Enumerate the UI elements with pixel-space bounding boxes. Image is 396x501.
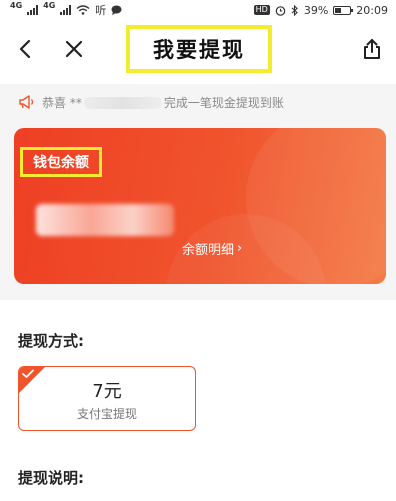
notice-suffix: 完成一笔现金提现到账 [163, 95, 284, 110]
withdraw-amount: 7元 [92, 381, 122, 402]
wifi-icon [76, 5, 90, 15]
masked-account [83, 97, 162, 109]
signal-icon-2 [60, 5, 72, 15]
alarm-icon [275, 5, 286, 16]
signal-icon-1 [27, 5, 39, 15]
withdraw-page: 4G 4G 听 HD 39% 20:09 我要提现 恭喜 ** 完成一笔现金提现… [0, 0, 396, 501]
network-type-1: 4G [10, 1, 23, 10]
status-left: 4G 4G 听 [10, 2, 122, 18]
wallet-card-area: 钱包余额 余额明细 › [0, 120, 396, 300]
status-right: HD 39% 20:09 [253, 3, 388, 17]
speech-label: 听 [95, 4, 107, 17]
withdraw-desc-title: 提现说明: [18, 469, 84, 487]
battery-percent: 39% [303, 3, 329, 17]
megaphone-icon [19, 95, 34, 109]
bluetooth-icon [291, 4, 298, 16]
wallet-balance-label: 钱包余额 [33, 155, 89, 171]
wallet-card: 钱包余额 余额明细 › [14, 128, 386, 284]
page-title-highlight: 我要提现 [126, 25, 272, 73]
balance-detail-label: 余额明细 [182, 243, 235, 258]
battery-icon [333, 5, 354, 15]
chevron-right-icon: › [237, 241, 243, 256]
hd-badge: HD [253, 5, 270, 15]
notice-bar: 恭喜 ** 完成一笔现金提现到账 [0, 84, 396, 120]
status-bar: 4G 4G 听 HD 39% 20:09 [0, 0, 396, 20]
balance-amount-blurred [36, 204, 174, 236]
notice-prefix: 恭喜 ** [42, 95, 82, 110]
notice-text: 恭喜 ** 完成一笔现金提现到账 [42, 94, 284, 111]
withdraw-method-title: 提现方式: [18, 332, 84, 350]
network-type-2: 4G [43, 1, 56, 10]
chat-bubble-icon [111, 5, 122, 15]
withdraw-method-name: 支付宝提现 [76, 407, 137, 421]
page-title: 我要提现 [153, 37, 245, 62]
withdraw-option-alipay[interactable]: 7元 支付宝提现 [18, 366, 196, 431]
wallet-label-highlight: 钱包余额 [20, 147, 102, 177]
share-icon[interactable] [360, 37, 384, 61]
balance-detail-link[interactable]: 余额明细 › [182, 239, 242, 258]
close-icon[interactable] [62, 37, 86, 61]
status-time: 20:09 [356, 3, 388, 17]
nav-bar: 我要提现 [0, 20, 396, 78]
back-arrow-icon[interactable] [14, 37, 38, 61]
